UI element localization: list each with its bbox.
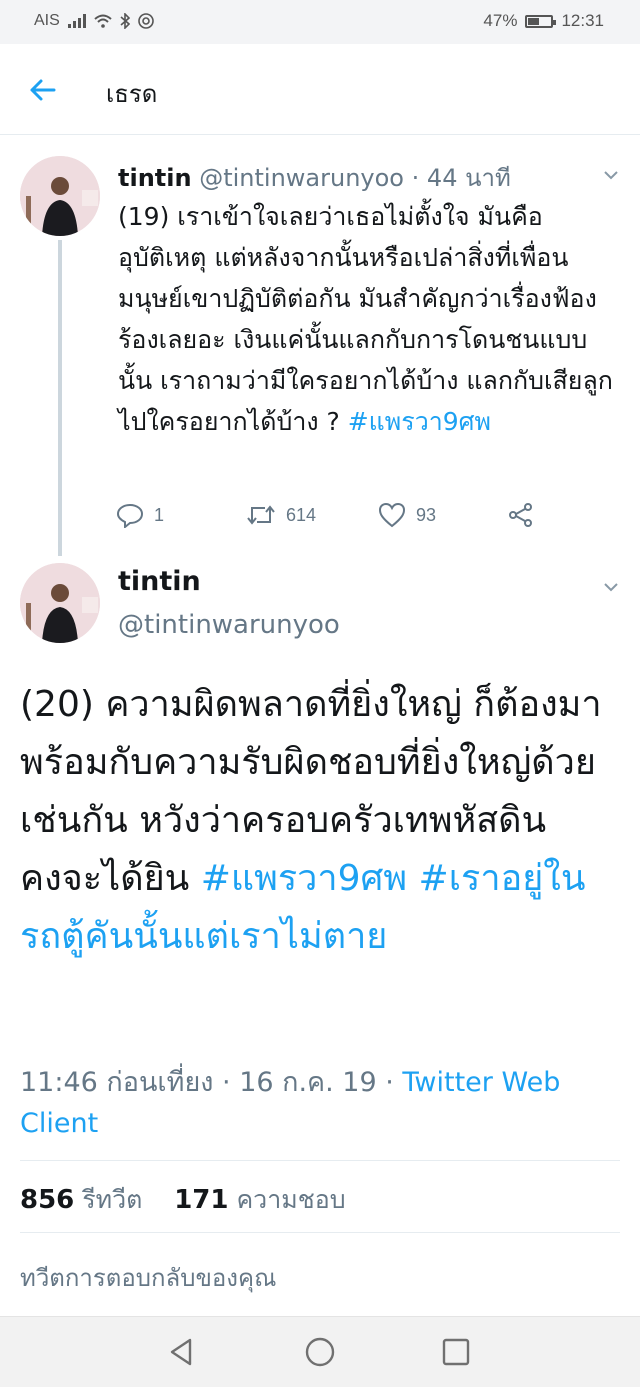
like-button[interactable]: 93	[378, 502, 436, 528]
divider	[20, 1160, 620, 1161]
tweet-body: (19) เราเข้าใจเลยว่าเธอไม่ตั้งใจ มันคืออ…	[118, 202, 613, 436]
battery-icon	[525, 14, 557, 28]
app-header: เธรด	[0, 44, 640, 135]
like-count: 93	[416, 504, 437, 525]
reply-count: 1	[154, 504, 165, 525]
tweet-time: 44 นาที	[426, 164, 511, 192]
heart-icon	[378, 502, 406, 528]
avatar-photo	[20, 156, 100, 236]
thread-line	[58, 240, 62, 556]
nav-home-icon[interactable]	[304, 1336, 336, 1368]
reply-button[interactable]: 1	[116, 502, 164, 528]
status-bar: AIS 47% 12:31	[0, 0, 640, 44]
nfc-icon	[137, 13, 154, 29]
retweet-label[interactable]: รีทวีต	[82, 1185, 142, 1214]
tweet-header: tintin @tintinwarunyoo · 44 นาที	[118, 158, 511, 197]
tweet-timestamp: 11:46 ก่อนเที่ยง · 16 ก.ค. 19 ·	[20, 1067, 403, 1098]
share-icon	[509, 503, 532, 527]
retweet-total[interactable]: 856	[20, 1185, 74, 1215]
clock: 12:31	[561, 11, 604, 30]
tweet-text: (19) เราเข้าใจเลยว่าเธอไม่ตั้งใจ มันคืออ…	[118, 196, 618, 442]
retweet-count: 614	[286, 504, 317, 525]
author-name[interactable]: tintin	[118, 566, 201, 597]
author-handle[interactable]: @tintinwarunyoo	[199, 164, 404, 192]
status-right: 47% 12:31	[483, 11, 604, 31]
author-name[interactable]: tintin	[118, 164, 192, 192]
tweet-metadata: 11:46 ก่อนเที่ยง · 16 ก.ค. 19 · Twitter …	[20, 1062, 620, 1144]
like-total[interactable]: 171	[174, 1185, 228, 1215]
back-arrow-icon[interactable]	[24, 72, 60, 108]
nav-back-icon[interactable]	[166, 1336, 198, 1368]
divider	[20, 1232, 620, 1233]
retweet-icon	[247, 505, 275, 525]
tweet-text: (20) ความผิดพลาดที่ยิ่งใหญ่ ก็ต้องมาพร้อ…	[20, 676, 625, 966]
page-title: เธรด	[106, 80, 158, 108]
carrier-label: AIS	[34, 12, 60, 29]
wifi-icon	[94, 14, 112, 28]
avatar-photo	[20, 563, 100, 643]
reply-icon	[116, 503, 144, 528]
reply-input[interactable]: ทวีตการตอบกลับของคุณ	[20, 1258, 276, 1297]
avatar[interactable]	[20, 563, 100, 643]
hashtag-link[interactable]: #แพรวา9ศพ	[201, 858, 407, 899]
system-nav-bar	[0, 1316, 640, 1387]
author-handle[interactable]: @tintinwarunyoo	[118, 610, 340, 640]
chevron-down-icon[interactable]	[600, 576, 622, 598]
status-left: AIS	[34, 12, 154, 30]
bluetooth-icon	[120, 13, 130, 29]
share-button[interactable]	[508, 502, 534, 528]
battery-percent: 47%	[483, 11, 518, 30]
chevron-down-icon[interactable]	[600, 164, 622, 186]
hashtag-link[interactable]: #แพรวา9ศพ	[348, 407, 491, 436]
tweet-stats: 856 รีทวีต 171 ความชอบ	[20, 1180, 346, 1220]
like-label[interactable]: ความชอบ	[236, 1185, 345, 1214]
signal-icon	[67, 14, 86, 28]
nav-recents-icon[interactable]	[440, 1336, 472, 1368]
separator-dot: ·	[411, 164, 420, 192]
retweet-button[interactable]: 614	[246, 502, 316, 528]
avatar[interactable]	[20, 156, 100, 236]
tweet-actions: 1 614 93	[116, 500, 536, 534]
